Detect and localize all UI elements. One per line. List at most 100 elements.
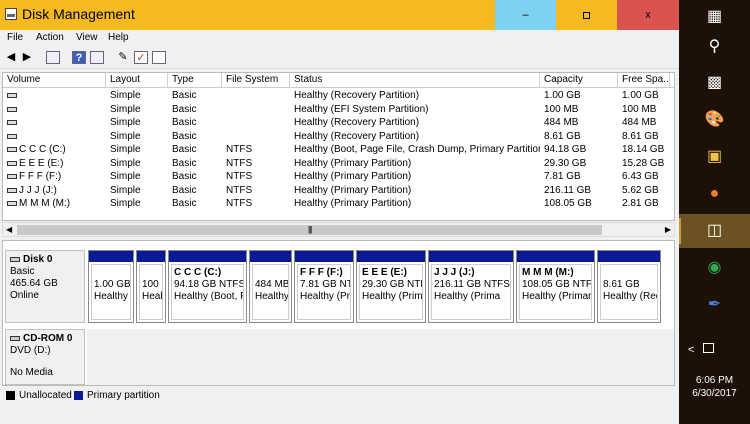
partition-size: 7.81 GB NTF bbox=[300, 279, 350, 290]
menu-file[interactable]: File bbox=[7, 32, 23, 43]
volume-list[interactable]: Volume Layout Type File System Status Ca… bbox=[2, 72, 675, 221]
toolbar: ◀ ▶ ? ✎ ✓ bbox=[0, 47, 679, 69]
partition-block[interactable]: F F F (F:)7.81 GB NTFHealthy (Pri bbox=[294, 250, 354, 323]
restore-button[interactable] bbox=[556, 0, 617, 30]
cell-layout: Simple bbox=[110, 157, 141, 169]
cell-volume: C C C (C:) bbox=[19, 144, 66, 155]
table-row[interactable]: Simple Basic Healthy (EFI System Partition… bbox=[3, 103, 674, 117]
cell-capacity: 7.81 GB bbox=[544, 171, 581, 182]
primary-partition-bar bbox=[295, 251, 353, 262]
cell-fs: NTFS bbox=[226, 157, 253, 169]
partition-name: E E E (E:) bbox=[362, 267, 408, 278]
column-status[interactable]: Status bbox=[290, 73, 540, 88]
partition-status: Healthy bbox=[94, 291, 128, 302]
menu-help[interactable]: Help bbox=[108, 32, 129, 43]
table-row[interactable]: C C C (C:) Simple Basic NTFS Healthy (Boot, … bbox=[3, 143, 674, 157]
chrome-icon[interactable]: ◉ bbox=[679, 251, 750, 285]
title-bar[interactable]: Disk Management – x bbox=[0, 0, 679, 30]
taskbar-clock[interactable]: 6:06 PM 6/30/2017 bbox=[679, 374, 750, 400]
partition-size: 484 MB bbox=[255, 279, 289, 290]
firefox-icon[interactable]: ● bbox=[679, 177, 750, 211]
windows-start-icon[interactable]: ▦ bbox=[679, 0, 750, 34]
partition-details: C C C (C:) 94.18 GB NTFS Healthy (Boot, P bbox=[171, 264, 244, 320]
system-tray: < bbox=[679, 342, 750, 360]
table-row[interactable]: Simple Basic Healthy (Recovery Partition) 4… bbox=[3, 116, 674, 130]
cell-status: Healthy (Primary Partition) bbox=[294, 157, 412, 169]
table-row[interactable]: Simple Basic Healthy (Recovery Partition) 1… bbox=[3, 89, 674, 103]
cell-type: Basic bbox=[172, 90, 197, 101]
cell-type: Basic bbox=[172, 130, 197, 142]
cell-layout: Simple bbox=[110, 130, 141, 142]
partition-block[interactable]: J J J (J:) 216.11 GB NTFS Healthy (Prima bbox=[428, 250, 514, 323]
primary-partition-bar bbox=[357, 251, 425, 262]
partition-block[interactable]: 1.00 GB Healthy bbox=[88, 250, 134, 323]
menu-view[interactable]: View bbox=[76, 32, 98, 43]
back-icon[interactable]: ◀ bbox=[4, 51, 18, 64]
partition-size: 216.11 GB NTFS bbox=[434, 279, 510, 290]
menu-action[interactable]: Action bbox=[36, 32, 64, 43]
partition-status: Healthy bbox=[255, 291, 289, 302]
table-row[interactable]: E E E (E:) Simple Basic NTFS Healthy (Primar… bbox=[3, 157, 674, 171]
table-row[interactable]: M M M (M:) Simple Basic NTFS Healthy (Primar… bbox=[3, 197, 674, 211]
file-explorer-icon[interactable]: ▣ bbox=[679, 140, 750, 174]
search-icon[interactable]: ⚲ bbox=[679, 30, 750, 64]
cell-capacity: 100 MB bbox=[544, 103, 579, 115]
partition-block[interactable]: C C C (C:) 94.18 GB NTFS Healthy (Boot, P bbox=[168, 250, 247, 323]
disk-0-info[interactable]: Disk 0 Basic 465.64 GB Online bbox=[5, 250, 85, 323]
partition-details: E E E (E:)29.30 GB NTFSHealthy (Prima bbox=[359, 264, 423, 320]
primary-partition-bar bbox=[89, 251, 133, 262]
partition-details: F F F (F:)7.81 GB NTFHealthy (Pri bbox=[297, 264, 351, 320]
volume-list-header: Volume Layout Type File System Status Ca… bbox=[3, 73, 674, 88]
partition-block[interactable]: E E E (E:)29.30 GB NTFSHealthy (Prima bbox=[356, 250, 426, 323]
disk-management-taskbar-icon[interactable]: ◫ bbox=[679, 214, 750, 248]
column-file-system[interactable]: File System bbox=[222, 73, 290, 88]
scroll-left-icon[interactable]: ◀ bbox=[6, 225, 12, 234]
column-free-space[interactable]: Free Spa... bbox=[618, 73, 670, 88]
cell-status: Healthy (Recovery Partition) bbox=[294, 130, 420, 142]
cell-capacity: 1.00 GB bbox=[544, 90, 581, 101]
cell-extra: 1 bbox=[670, 130, 674, 144]
volume-icon bbox=[7, 106, 17, 112]
show-hidden-icons-chevron-icon[interactable]: < bbox=[688, 344, 694, 356]
partition-block[interactable]: 8.61 GB Healthy (Rec bbox=[597, 250, 661, 323]
disk-management-window: Disk Management – x File Action View Hel… bbox=[0, 0, 679, 424]
column-type[interactable]: Type bbox=[168, 73, 222, 88]
horizontal-scrollbar[interactable]: ◀ ||| ▶ bbox=[2, 222, 675, 237]
properties-icon[interactable] bbox=[90, 51, 104, 64]
partition-block[interactable]: 484 MB Healthy bbox=[249, 250, 292, 323]
table-row[interactable]: Simple Basic Healthy (Recovery Partition) 8… bbox=[3, 130, 674, 144]
view-icon[interactable] bbox=[152, 51, 166, 64]
disk-0-state: Online bbox=[10, 290, 39, 301]
column-capacity[interactable]: Capacity bbox=[540, 73, 618, 88]
connect-icon[interactable]: ✎ bbox=[116, 51, 130, 64]
check-icon[interactable]: ✓ bbox=[134, 51, 148, 64]
network-app-icon[interactable]: ▩ bbox=[679, 66, 750, 100]
volume-icon bbox=[7, 160, 17, 166]
paint-icon[interactable]: 🎨 bbox=[679, 103, 750, 137]
partition-details: M M M (M:) 108.05 GB NTFS Healthy (Primary bbox=[519, 264, 592, 320]
cell-status: Healthy (Primary Partition) bbox=[294, 184, 412, 196]
minimize-button[interactable]: – bbox=[495, 0, 556, 30]
partition-status: Healthy (Prima bbox=[434, 291, 501, 302]
forward-icon[interactable]: ▶ bbox=[20, 51, 34, 64]
pen-tool-icon[interactable]: ✒ bbox=[679, 288, 750, 322]
partition-block[interactable]: 100 I Heal bbox=[136, 250, 166, 323]
table-row[interactable]: F F F (F:) Simple Basic NTFS Healthy (Primar… bbox=[3, 170, 674, 184]
scroll-right-icon[interactable]: ▶ bbox=[665, 225, 671, 234]
partition-name bbox=[142, 267, 160, 279]
cell-type: Basic bbox=[172, 198, 197, 209]
column-volume[interactable]: Volume bbox=[3, 73, 106, 88]
show-hide-console-tree-icon[interactable] bbox=[46, 51, 60, 64]
cell-free: 15.28 GB bbox=[622, 157, 665, 169]
cell-free: 1.00 GB bbox=[622, 90, 659, 101]
partition-block[interactable]: M M M (M:) 108.05 GB NTFS Healthy (Primary bbox=[516, 250, 595, 323]
action-center-icon[interactable] bbox=[703, 343, 714, 353]
table-row[interactable]: J J J (J:) Simple Basic NTFS Healthy (Primar… bbox=[3, 184, 674, 198]
primary-partition-bar bbox=[137, 251, 165, 262]
partition-size: 1.00 GB bbox=[94, 279, 131, 290]
column-layout[interactable]: Layout bbox=[106, 73, 168, 88]
help-icon[interactable]: ? bbox=[72, 51, 86, 64]
close-button[interactable]: x bbox=[617, 0, 679, 30]
cdrom-0-info[interactable]: CD-ROM 0 DVD (D:) No Media bbox=[5, 329, 85, 385]
cell-extra: 3 bbox=[670, 184, 674, 198]
